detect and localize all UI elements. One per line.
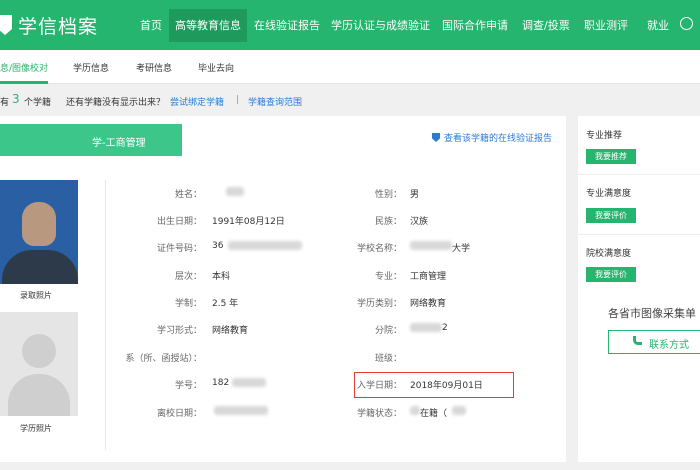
nav-international[interactable]: 国际合作申请 [442, 17, 508, 33]
label-name: 姓名： [174, 190, 202, 200]
major-recommend-title: 专业推荐 [586, 131, 623, 141]
summary-suffix: 个学籍 [24, 98, 52, 108]
admission-photo-caption: 录取照片 [20, 291, 52, 300]
logo-text: 学信档案 [18, 15, 99, 38]
gutter [566, 116, 578, 462]
value-school-name: 大学 [452, 244, 471, 254]
sub-navigation: 息/图像校对 学历信息 考研信息 毕业去向 [0, 50, 700, 84]
label-student-id: 学号： [174, 381, 202, 391]
enrollment-scope-link[interactable]: 学籍查询范围 [248, 95, 302, 108]
redacted-school-name [410, 241, 452, 250]
enrollment-date-highlight [354, 372, 514, 398]
value-ethnicity: 汉族 [410, 217, 429, 227]
label-duration: 学制： [174, 299, 202, 309]
nav-home[interactable]: 首页 [140, 17, 162, 33]
value-duration: 2.5 年 [212, 299, 239, 309]
user-icon[interactable] [680, 17, 693, 30]
bind-enrollment-link[interactable]: 尝试绑定学籍 [170, 95, 224, 108]
nav-survey[interactable]: 调查/投票 [522, 17, 570, 33]
image-collection-title: 各省市图像采集单 [608, 307, 696, 320]
separator: | [236, 95, 240, 105]
label-status: 学籍状态： [356, 409, 402, 419]
label-major: 专业： [374, 272, 402, 282]
nav-higher-education[interactable]: 高等教育信息 [169, 9, 247, 42]
program-banner: 学-工商管理 [0, 124, 182, 156]
label-id-number: 证件号码： [156, 244, 202, 254]
redacted-student-id [232, 378, 266, 387]
label-gender: 性别： [374, 190, 402, 200]
enrollment-summary: 有 3 个学籍 还有学籍没有显示出来？ 尝试绑定学籍 | 学籍查询范围 [0, 92, 560, 110]
recommend-button[interactable]: 我要推荐 [586, 149, 636, 164]
contact-button-label: 联系方式 [649, 340, 689, 351]
shield-logo-icon [0, 15, 12, 35]
placeholder-head-icon [22, 334, 56, 368]
nav-online-verification[interactable]: 在线验证报告 [254, 17, 320, 33]
label-ethnicity: 民族： [374, 217, 402, 227]
shield-icon [432, 133, 440, 142]
tab-image-check[interactable]: 息/图像校对 [0, 61, 48, 74]
right-sidebar: 专业推荐 我要推荐 专业满意度 我要评价 院校满意度 我要评价 [578, 116, 700, 462]
label-class: 班级： [374, 354, 402, 364]
value-id-number: 36 [212, 241, 224, 251]
missing-question: 还有学籍没有显示出来？ [66, 98, 166, 108]
label-birth-date: 出生日期： [156, 217, 202, 227]
phone-icon [633, 336, 642, 345]
value-birth-date: 1991年08月12日 [212, 217, 285, 227]
person-head [22, 202, 56, 246]
program-title: 学-工商管理 [92, 138, 146, 149]
redacted-branch [410, 323, 442, 332]
top-navigation: 学信档案 首页 高等教育信息 在线验证报告 学历认证与成绩验证 国际合作申请 调… [0, 0, 700, 50]
value-status: 在籍（ [420, 409, 448, 419]
label-school-name: 学校名称： [356, 244, 402, 254]
rate-major-button[interactable]: 我要评价 [586, 208, 636, 223]
enrollment-card: 学-工商管理 查看该学籍的在线验证报告 录取照片 学历照片 姓名： 出生日期： … [0, 116, 566, 462]
view-verification-report-link[interactable]: 查看该学籍的在线验证报告 [432, 131, 552, 144]
tab-graduate-destination[interactable]: 毕业去向 [198, 61, 234, 74]
column-divider [105, 180, 106, 450]
school-satisfaction-title: 院校满意度 [586, 249, 632, 259]
label-level: 层次： [174, 272, 202, 282]
rate-school-button[interactable]: 我要评价 [586, 267, 636, 282]
nav-certification[interactable]: 学历认证与成绩验证 [331, 17, 430, 33]
label-degree-type: 学历类别： [356, 299, 402, 309]
placeholder-body-icon [8, 374, 70, 416]
label-department: 系（所、函授站）： [125, 354, 202, 364]
redacted-leave-date [214, 406, 268, 415]
summary-prefix: 有 [0, 98, 10, 108]
redacted-id-number [228, 241, 302, 250]
value-major: 工商管理 [410, 272, 447, 282]
enrollment-count: 3 [12, 92, 20, 106]
sidebar-divider [578, 174, 700, 175]
label-leave-date: 离校日期： [156, 409, 202, 419]
label-study-mode: 学习形式： [156, 326, 202, 336]
admission-photo [0, 180, 78, 284]
active-tab-indicator [0, 81, 48, 84]
major-satisfaction-title: 专业满意度 [586, 189, 632, 199]
redacted-status-prefix [410, 406, 420, 415]
value-level: 本科 [212, 272, 231, 282]
degree-photo-placeholder [0, 312, 78, 416]
value-degree-type: 网络教育 [410, 299, 447, 309]
redacted-name [226, 187, 244, 196]
redacted-status-suffix [452, 406, 466, 415]
nav-employment[interactable]: 就业 [647, 17, 669, 33]
degree-photo-caption: 学历照片 [20, 424, 52, 433]
value-study-mode: 网络教育 [212, 326, 249, 336]
sidebar-divider [578, 234, 700, 235]
label-branch: 分院： [374, 326, 402, 336]
value-student-id: 182 [212, 378, 230, 388]
tab-exam-info[interactable]: 考研信息 [136, 61, 172, 74]
person-body [2, 250, 78, 284]
logo[interactable]: 学信档案 [0, 11, 98, 39]
value-gender: 男 [410, 190, 420, 200]
tab-degree-info[interactable]: 学历信息 [73, 61, 109, 74]
nav-career-test[interactable]: 职业测评 [584, 17, 628, 33]
verify-link-text: 查看该学籍的在线验证报告 [444, 134, 553, 144]
contact-button[interactable]: 联系方式 [608, 330, 700, 354]
value-branch: 2 [442, 323, 448, 333]
